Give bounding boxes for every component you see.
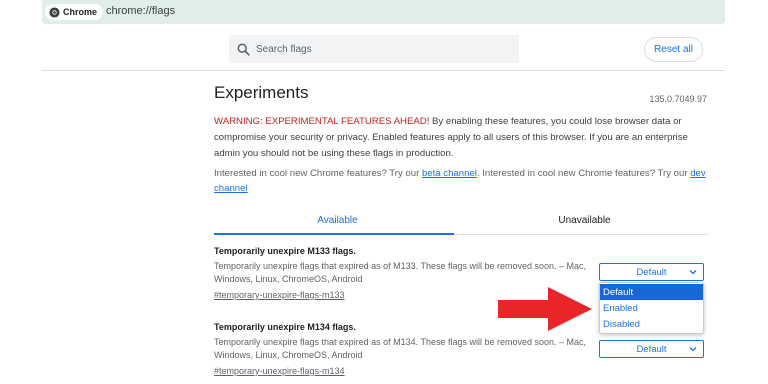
option-enabled[interactable]: Enabled [600,300,703,316]
search-box[interactable] [229,35,519,63]
promo-text-2: . Interested in cool new Chrome features… [476,168,691,179]
option-disabled[interactable]: Disabled [600,316,703,332]
pointer-arrow-icon [498,287,592,331]
chrome-chip[interactable]: Chrome [45,4,104,20]
option-default[interactable]: Default [600,284,703,300]
search-icon [237,43,250,56]
active-tab-indicator [214,233,454,235]
flag-title: Temporarily unexpire M133 flags. [214,246,356,256]
chevron-down-icon [689,347,697,352]
flag-select[interactable]: Default [599,263,704,281]
select-dropdown: Default Enabled Disabled [599,282,704,334]
page-title: Experiments [214,83,309,102]
channel-promo: Interested in cool new Chrome features? … [214,166,708,196]
tab-bar: Available Unavailable [214,208,708,236]
warning-text: WARNING: EXPERIMENTAL FEATURES AHEAD! By… [214,114,708,162]
tab-unavailable[interactable]: Unavailable [461,208,708,233]
promo-text-1: Interested in cool new Chrome features? … [214,168,422,179]
flag-select-value: Default [636,266,667,278]
flag-description: Temporarily unexpire flags that expired … [214,261,587,284]
flag-select[interactable]: Default [599,340,704,358]
reset-all-button[interactable]: Reset all [644,37,703,62]
beta-channel-link[interactable]: beta channel [422,168,477,179]
chevron-down-icon [689,270,697,275]
chip-label: Chrome [63,7,98,17]
header-divider [42,70,725,71]
version-label: 135.0.7049.97 [649,94,707,104]
search-input[interactable] [256,43,496,55]
url-text[interactable]: chrome://flags [106,5,175,17]
chrome-logo-icon [49,6,60,18]
warning-prefix: WARNING: EXPERIMENTAL FEATURES AHEAD! [214,116,430,127]
flag-description: Temporarily unexpire flags that expired … [214,337,587,360]
tab-available[interactable]: Available [214,208,461,233]
flag-select-value: Default [636,343,667,355]
flag-permalink[interactable]: #temporary-unexpire-flags-m134 [214,365,594,377]
